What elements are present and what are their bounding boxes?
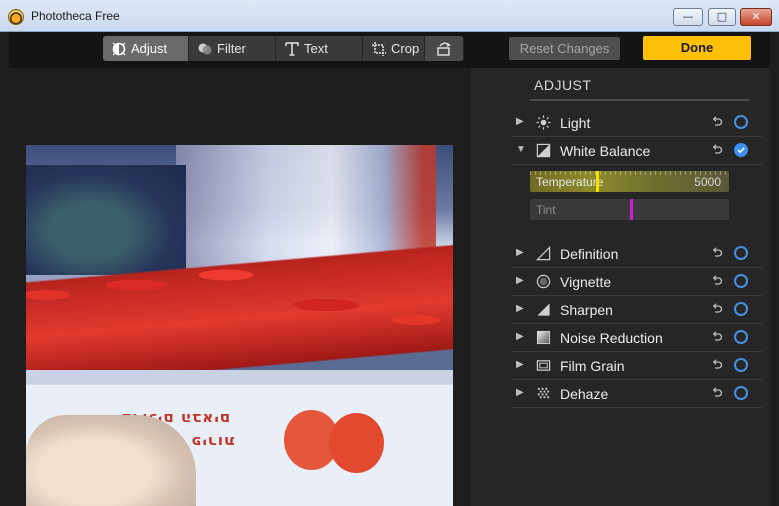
rotate-button[interactable] — [425, 36, 464, 61]
collapse-triangle-icon[interactable]: ▼ — [516, 144, 526, 155]
tint-slider-thumb[interactable] — [630, 199, 633, 220]
tab-filter-label: Filter — [217, 41, 246, 56]
enable-toggle[interactable] — [734, 302, 748, 316]
enable-toggle[interactable] — [734, 115, 748, 129]
tab-crop[interactable]: Crop — [363, 36, 425, 61]
adjust-item-label: Vignette — [560, 274, 612, 290]
undo-icon[interactable] — [711, 274, 723, 286]
adjust-icon — [112, 42, 126, 56]
adjust-item-dehaze[interactable]: ▶ Dehaze — [511, 380, 763, 408]
checkmark-icon — [737, 147, 745, 154]
temperature-value: 5000 — [694, 175, 721, 189]
enable-toggle[interactable] — [734, 274, 748, 288]
enable-toggle[interactable] — [734, 246, 748, 260]
undo-icon[interactable] — [711, 358, 723, 370]
temperature-label: Temperature — [536, 175, 604, 189]
photo-red-peppers — [26, 235, 453, 385]
vignette-icon — [536, 274, 551, 289]
adjust-item-label: Dehaze — [560, 386, 609, 402]
adjust-item-label: Film Grain — [560, 358, 625, 374]
adjust-item-film-grain[interactable]: ▶ Film Grain — [511, 352, 763, 380]
crop-icon — [372, 42, 386, 56]
panel-title: ADJUST — [534, 77, 592, 93]
film-grain-icon — [536, 360, 551, 371]
photo-ginger — [26, 415, 196, 506]
tint-label: Tint — [536, 203, 556, 217]
undo-icon[interactable] — [711, 330, 723, 342]
adjust-item-label: Definition — [560, 246, 619, 262]
white-balance-icon — [536, 143, 551, 158]
app-logo-icon — [8, 9, 24, 25]
expand-triangle-icon[interactable]: ▶ — [516, 275, 524, 286]
expand-triangle-icon[interactable]: ▶ — [516, 116, 524, 127]
tint-slider[interactable]: Tint — [530, 199, 729, 220]
photo-tomato-graphic-2 — [329, 413, 384, 473]
window-title: Phototheca Free — [31, 9, 120, 23]
tab-adjust[interactable]: Adjust — [103, 36, 189, 61]
rotate-icon — [437, 42, 451, 56]
adjust-item-white-balance[interactable]: ▼ White Balance — [511, 137, 763, 165]
undo-icon[interactable] — [711, 115, 723, 127]
undo-icon[interactable] — [711, 143, 723, 155]
adjust-item-definition[interactable]: ▶ Definition — [511, 240, 763, 268]
adjust-item-label: White Balance — [560, 143, 651, 159]
adjust-panel: ADJUST ▶ Light ▼ White Balance Temperatu… — [471, 68, 770, 506]
enable-toggle[interactable] — [734, 330, 748, 344]
undo-icon[interactable] — [711, 302, 723, 314]
close-button[interactable]: ✕ — [740, 8, 772, 26]
photo-preview[interactable]: ברוכים הבאים ירקות - פירות — [26, 145, 453, 506]
tab-crop-label: Crop — [391, 41, 420, 56]
expand-triangle-icon[interactable]: ▶ — [516, 247, 524, 258]
adjust-item-label: Noise Reduction — [560, 330, 663, 346]
expand-triangle-icon[interactable]: ▶ — [516, 359, 524, 370]
adjust-item-vignette[interactable]: ▶ Vignette — [511, 268, 763, 296]
enable-toggle[interactable] — [734, 386, 748, 400]
maximize-button[interactable]: □ — [708, 8, 736, 26]
tab-filter[interactable]: Filter — [189, 36, 276, 61]
adjust-item-noise-reduction[interactable]: ▶ Noise Reduction — [511, 324, 763, 352]
reset-changes-button[interactable]: Reset Changes — [509, 37, 620, 60]
sun-icon — [536, 115, 551, 130]
title-bar: Phototheca Free — □ ✕ — [0, 0, 779, 32]
tab-text[interactable]: Text — [276, 36, 363, 61]
tab-adjust-label: Adjust — [131, 41, 168, 56]
sharpen-icon — [537, 303, 550, 316]
enable-toggle[interactable] — [734, 358, 748, 372]
temperature-slider[interactable]: Temperature 5000 — [530, 171, 729, 192]
expand-triangle-icon[interactable]: ▶ — [516, 331, 524, 342]
filter-icon — [198, 43, 212, 55]
minimize-button[interactable]: — — [673, 8, 703, 26]
enable-toggle-checked[interactable] — [734, 143, 748, 157]
text-icon — [285, 42, 299, 56]
done-button[interactable]: Done — [643, 36, 751, 60]
image-canvas: ברוכים הבאים ירקות - פירות — [9, 68, 471, 506]
adjust-item-label: Light — [560, 115, 591, 131]
adjust-item-label: Sharpen — [560, 302, 613, 318]
temperature-slider-thumb[interactable] — [596, 171, 599, 192]
dehaze-icon — [537, 387, 550, 399]
tab-text-label: Text — [304, 41, 328, 56]
undo-icon[interactable] — [711, 386, 723, 398]
expand-triangle-icon[interactable]: ▶ — [516, 387, 524, 398]
expand-triangle-icon[interactable]: ▶ — [516, 303, 524, 314]
panel-divider — [530, 99, 749, 101]
adjust-item-sharpen[interactable]: ▶ Sharpen — [511, 296, 763, 324]
noise-reduction-icon — [536, 330, 551, 345]
undo-icon[interactable] — [711, 246, 723, 258]
definition-icon — [536, 246, 551, 261]
toolbar: Adjust Filter Text Crop Reset Changes Do… — [9, 32, 770, 68]
adjust-item-light[interactable]: ▶ Light — [511, 109, 763, 137]
